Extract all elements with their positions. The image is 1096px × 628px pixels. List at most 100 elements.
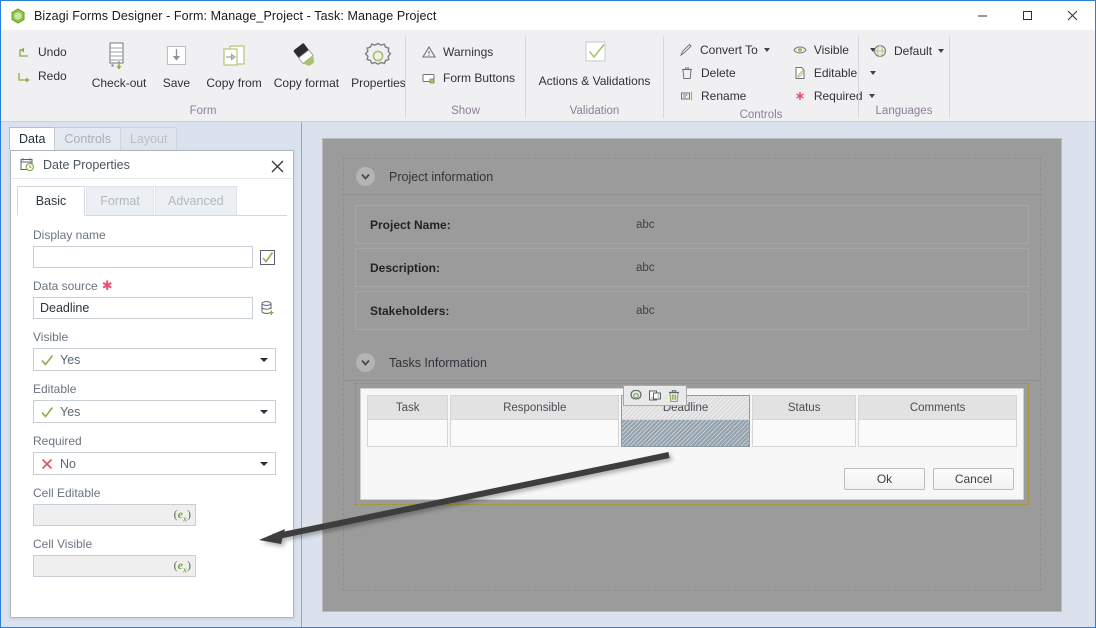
- editable-label-text: Editable: [33, 382, 77, 396]
- chevron-down-icon[interactable]: [356, 353, 375, 372]
- tab-format-label: Format: [100, 194, 140, 208]
- rename-label: Rename: [701, 89, 747, 103]
- ribbon-group-show: Warnings Form Buttons Show: [406, 30, 525, 122]
- section-header-tasks-information[interactable]: Tasks Information: [344, 345, 1040, 381]
- field-row-editable: Yes: [33, 400, 276, 423]
- editable-label: Editable: [813, 66, 858, 80]
- copy-format-button[interactable]: Copy format: [268, 36, 345, 90]
- cancel-button[interactable]: Cancel: [933, 468, 1014, 490]
- maximize-icon[interactable]: [1005, 1, 1050, 30]
- required-select[interactable]: No: [33, 452, 276, 475]
- copy-from-button[interactable]: Copy from: [200, 36, 267, 90]
- section-header-project-information[interactable]: Project information: [344, 159, 1040, 195]
- editable-page-icon: [792, 65, 808, 81]
- ribbon-group-languages: Default Languages: [859, 30, 949, 122]
- tab-basic-label: Basic: [35, 194, 67, 208]
- data-source-value: Deadline: [40, 301, 90, 315]
- section-project-information: Project information Project Name: abc De…: [344, 159, 1040, 336]
- redo-button[interactable]: Redo: [11, 65, 72, 87]
- grid-column-responsible[interactable]: Responsible: [450, 395, 620, 447]
- tab-data-label: Data: [19, 132, 46, 146]
- form-field-row[interactable]: Stakeholders: abc: [355, 291, 1029, 330]
- actions-validations-button[interactable]: Actions & Validations: [533, 34, 657, 88]
- date-properties-calendar-icon: [20, 157, 35, 172]
- delete-button[interactable]: Delete: [674, 62, 774, 84]
- cell-visible-expression-input[interactable]: (ex): [33, 555, 196, 577]
- save-icon: [161, 38, 191, 74]
- form-field-row[interactable]: Description: abc: [355, 248, 1029, 287]
- check-out-button[interactable]: Check-out: [86, 36, 153, 90]
- tab-basic[interactable]: Basic: [17, 186, 85, 216]
- grid-column-body: [622, 420, 750, 446]
- form-canvas: Project information Project Name: abc De…: [302, 122, 1095, 627]
- ribbon-group-label-show: Show: [451, 105, 480, 117]
- minimize-icon[interactable]: [960, 1, 1005, 30]
- ribbon-separator: [949, 36, 950, 118]
- check-out-icon: [104, 38, 134, 74]
- visible-label: Visible: [813, 43, 849, 57]
- tab-advanced-label: Advanced: [168, 194, 224, 208]
- visible-select[interactable]: Yes: [33, 348, 276, 371]
- check-yes-icon: [40, 405, 54, 419]
- ribbon-group-form: Undo Redo Check-out Save Copy from Copy …: [1, 30, 406, 122]
- cross-no-icon: [40, 457, 54, 471]
- form-sheet-inner: Project information Project Name: abc De…: [343, 158, 1041, 591]
- grid-column-status[interactable]: Status: [752, 395, 857, 447]
- grid-duplicate-icon[interactable]: [647, 388, 663, 404]
- default-language-button[interactable]: Default: [868, 40, 948, 62]
- form-buttons-label: Form Buttons: [443, 71, 516, 85]
- form-buttons-icon: [421, 70, 437, 86]
- section-tasks-information: Tasks Information Task Responsible Deadl…: [344, 345, 1040, 525]
- data-source-add-icon[interactable]: [259, 300, 276, 317]
- form-field-row[interactable]: Project Name: abc: [355, 205, 1029, 244]
- tab-data[interactable]: Data: [9, 127, 56, 150]
- check-yes-icon: [40, 353, 54, 367]
- grid-column-comments[interactable]: Comments: [858, 395, 1018, 447]
- rename-icon: [679, 88, 695, 104]
- display-name-input[interactable]: [33, 246, 253, 268]
- cell-editable-expression-input[interactable]: (ex): [33, 504, 196, 526]
- save-button[interactable]: Save: [152, 36, 200, 90]
- section-title: Project information: [389, 169, 494, 184]
- checkbox-check-icon: [578, 36, 612, 72]
- convert-to-button[interactable]: Convert To: [674, 39, 774, 61]
- editable-select[interactable]: Yes: [33, 400, 276, 423]
- tab-controls[interactable]: Controls: [54, 127, 121, 150]
- required-label-text: Required: [33, 434, 82, 448]
- tab-layout[interactable]: Layout: [119, 127, 178, 150]
- tasks-grid-columns: Task Responsible Deadline Status Comment…: [361, 389, 1023, 447]
- grid-action-buttons: Ok Cancel: [844, 468, 1014, 490]
- data-source-input[interactable]: Deadline: [33, 297, 253, 319]
- undo-icon: [16, 44, 32, 60]
- chevron-down-icon: [260, 410, 268, 414]
- tab-format[interactable]: Format: [86, 186, 154, 216]
- chevron-down-icon[interactable]: [356, 167, 375, 186]
- grid-settings-gear-icon[interactable]: [628, 388, 644, 404]
- ribbon-group-validation: Actions & Validations Validation: [526, 30, 663, 122]
- field-label-required: Required: [33, 434, 276, 448]
- bizagi-logo-icon: [10, 7, 26, 24]
- warnings-label: Warnings: [443, 45, 494, 59]
- warnings-button[interactable]: Warnings: [416, 41, 520, 63]
- tab-advanced[interactable]: Advanced: [155, 186, 237, 216]
- grid-column-mini-toolbar: [623, 385, 687, 406]
- display-name-check-icon[interactable]: [259, 249, 276, 266]
- ok-button[interactable]: Ok: [844, 468, 925, 490]
- grid-column-header: Responsible: [451, 396, 619, 420]
- undo-button[interactable]: Undo: [11, 41, 72, 63]
- grid-column-task[interactable]: Task: [367, 395, 449, 447]
- tasks-grid[interactable]: Task Responsible Deadline Status Comment…: [360, 385, 1024, 500]
- rename-button[interactable]: Rename: [674, 85, 774, 107]
- field-row-cell-visible: (ex): [33, 555, 276, 577]
- chevron-down-icon: [763, 48, 770, 52]
- form-buttons-button[interactable]: Form Buttons: [416, 67, 520, 89]
- date-properties-dialog: Date Properties Basic Format Advanced Di…: [10, 150, 294, 618]
- grid-delete-trash-icon[interactable]: [666, 388, 682, 404]
- properties-button[interactable]: Properties: [345, 36, 412, 90]
- expression-ex-icon: (ex): [173, 506, 191, 524]
- required-asterisk-icon: ✱: [101, 278, 113, 293]
- grid-column-body: [753, 420, 855, 446]
- close-icon[interactable]: [267, 156, 287, 176]
- ribbon-group-label-languages: Languages: [875, 105, 933, 117]
- close-icon[interactable]: [1050, 1, 1095, 30]
